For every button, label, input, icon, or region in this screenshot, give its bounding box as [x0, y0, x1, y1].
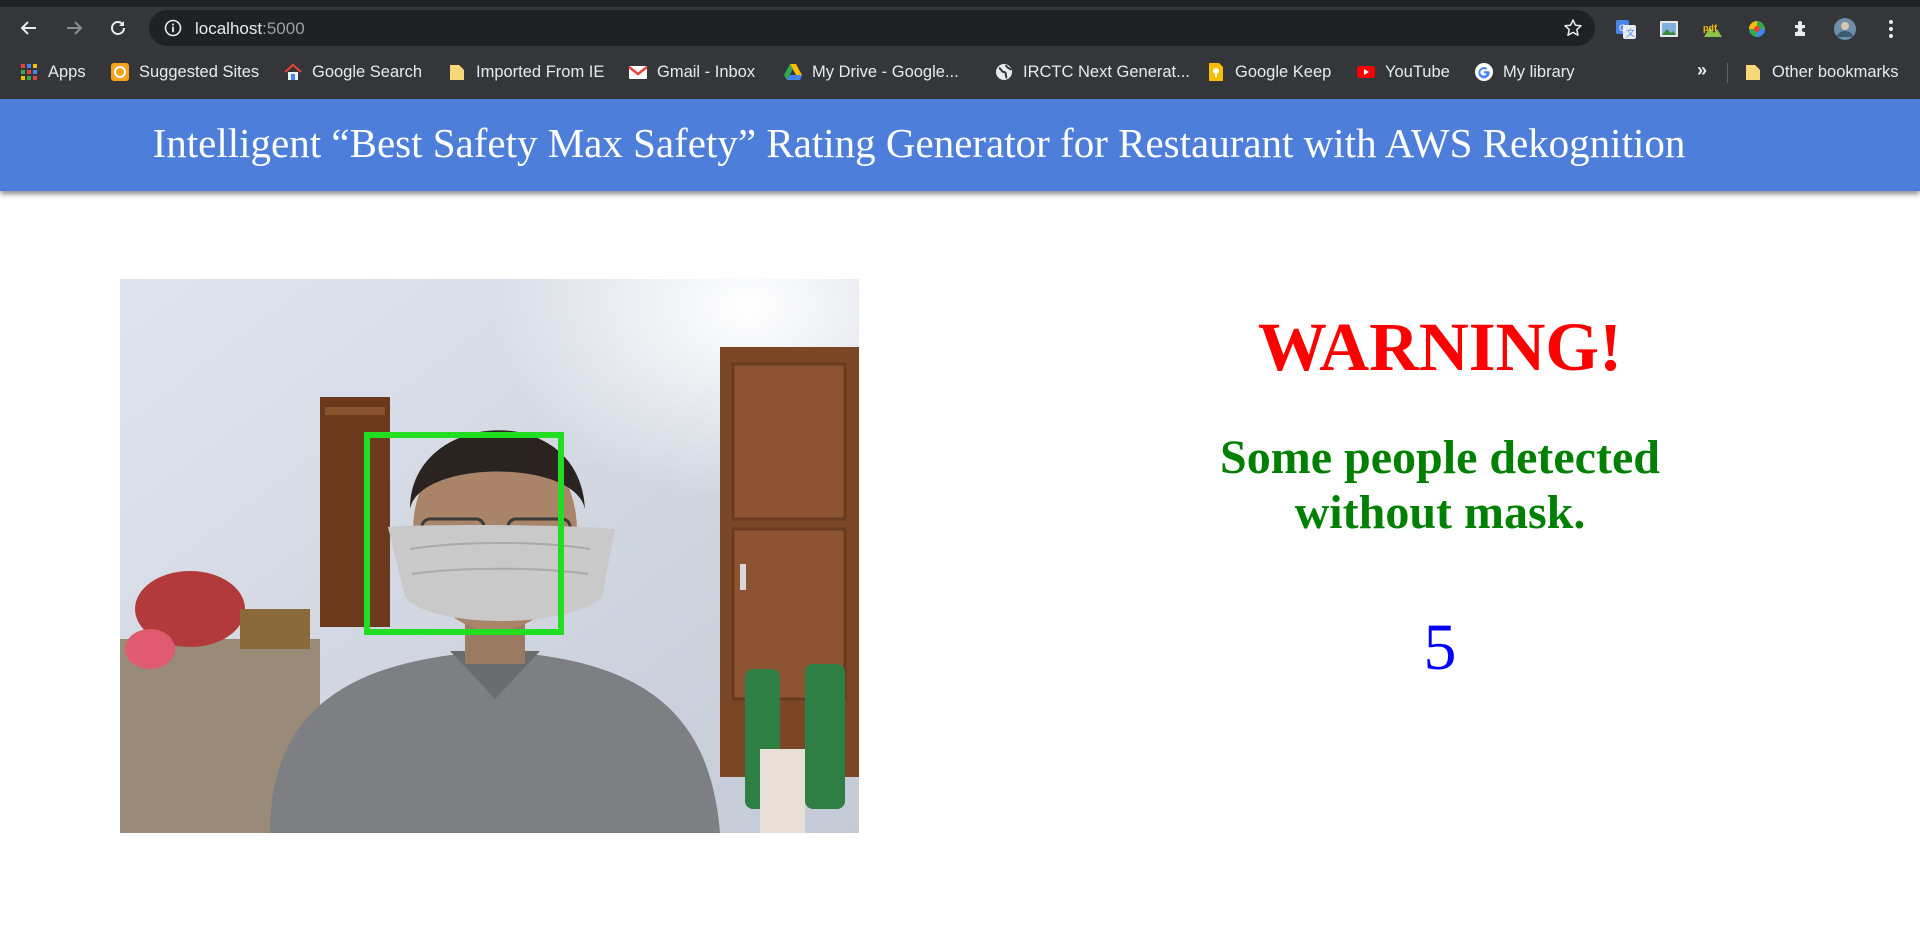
google-keep-icon [1209, 63, 1223, 81]
bookmark-my-library[interactable]: My library [1474, 59, 1575, 85]
forward-arrow-icon [67, 21, 83, 35]
bookmark-google-keep[interactable]: Google Keep [1206, 59, 1331, 85]
back-button[interactable] [12, 11, 46, 45]
gmail-icon [628, 66, 648, 79]
browser-menu-icon[interactable] [1878, 16, 1904, 42]
bookmark-label: Gmail - Inbox [657, 62, 756, 81]
bookmark-google-search[interactable]: Google Search [283, 59, 422, 85]
bookmark-youtube[interactable]: YouTube [1356, 59, 1450, 85]
browser-toolbar: localhost:5000 G文 pdf [0, 7, 1920, 49]
globe-icon [996, 64, 1012, 80]
reload-button[interactable] [101, 11, 135, 45]
bookmark-gmail-inbox[interactable]: Gmail - Inbox [628, 59, 755, 85]
camera-frame-illustration [120, 279, 859, 833]
bookmark-my-drive[interactable]: My Drive - Google... [783, 59, 959, 85]
google-g-icon [1475, 63, 1493, 81]
page-title: Intelligent “Best Safety Max Safety” Rat… [152, 120, 1686, 166]
bookmark-suggested-sites[interactable]: Suggested Sites [110, 59, 259, 85]
apps-grid-icon [21, 64, 37, 80]
forward-button[interactable] [57, 11, 91, 45]
mask-detection-message: Some people detected without mask. [1220, 431, 1660, 539]
bookmark-imported-from-ie[interactable]: Imported From IE [447, 59, 604, 85]
page-header: Intelligent “Best Safety Max Safety” Rat… [0, 99, 1920, 191]
bookmarks-divider [1727, 63, 1728, 83]
youtube-icon [1357, 66, 1375, 78]
bookmark-label: Google Search [312, 62, 423, 81]
colorful-extension-icon[interactable] [1744, 16, 1770, 42]
site-info-icon[interactable] [163, 18, 183, 38]
bookmark-label: Other bookmarks [1772, 62, 1899, 81]
camera-feed-image [120, 279, 859, 833]
bookmark-label: Suggested Sites [139, 62, 260, 81]
image-extension-icon[interactable] [1656, 16, 1682, 42]
bookmark-label: My Drive - Google... [812, 62, 959, 81]
warning-heading: WARNING! [1257, 309, 1623, 385]
google-search-house-icon [284, 63, 302, 80]
bookmark-label: Imported From IE [476, 62, 605, 81]
url-text[interactable]: localhost:5000 [195, 19, 305, 39]
address-bar[interactable]: localhost:5000 [149, 10, 1595, 46]
google-translate-extension-icon[interactable]: G文 [1613, 16, 1639, 42]
bookmark-label: Apps [48, 62, 86, 81]
safety-rating-value: 5 [1423, 611, 1457, 684]
profile-avatar-icon[interactable] [1832, 16, 1858, 42]
bookmarks-bar: Apps Suggested Sites Google Search Impor… [0, 51, 1920, 93]
url-port: :5000 [262, 19, 305, 38]
bookmarks-overflow-button[interactable]: » [1697, 60, 1707, 81]
bookmark-label: IRCTC Next Generat... [1023, 62, 1190, 81]
url-host: localhost [195, 19, 263, 38]
bookmark-label: My library [1503, 62, 1575, 81]
bookmark-apps[interactable]: Apps [19, 59, 86, 85]
bookmark-label: YouTube [1385, 62, 1450, 81]
bookmark-irctc[interactable]: IRCTC Next Generat... [994, 59, 1190, 85]
svg-text:文: 文 [1626, 27, 1635, 38]
folder-icon [1746, 65, 1760, 80]
pdf-extension-icon[interactable]: pdf [1700, 16, 1726, 42]
browser-chrome: localhost:5000 G文 pdf Apps Suggested Sit… [0, 0, 1920, 99]
extensions-puzzle-icon[interactable] [1788, 16, 1814, 42]
reload-icon [111, 21, 125, 35]
suggested-sites-icon [111, 63, 129, 81]
bookmark-star-icon[interactable] [1563, 18, 1583, 38]
back-arrow-icon [20, 21, 36, 35]
svg-text:G: G [1619, 23, 1626, 33]
svg-text:pdf: pdf [1703, 23, 1718, 33]
bookmark-other-bookmarks[interactable]: Other bookmarks [1743, 59, 1899, 85]
folder-icon [450, 65, 464, 80]
google-drive-icon [784, 64, 802, 80]
bookmark-label: Google Keep [1235, 62, 1332, 81]
tab-strip [0, 0, 1920, 7]
